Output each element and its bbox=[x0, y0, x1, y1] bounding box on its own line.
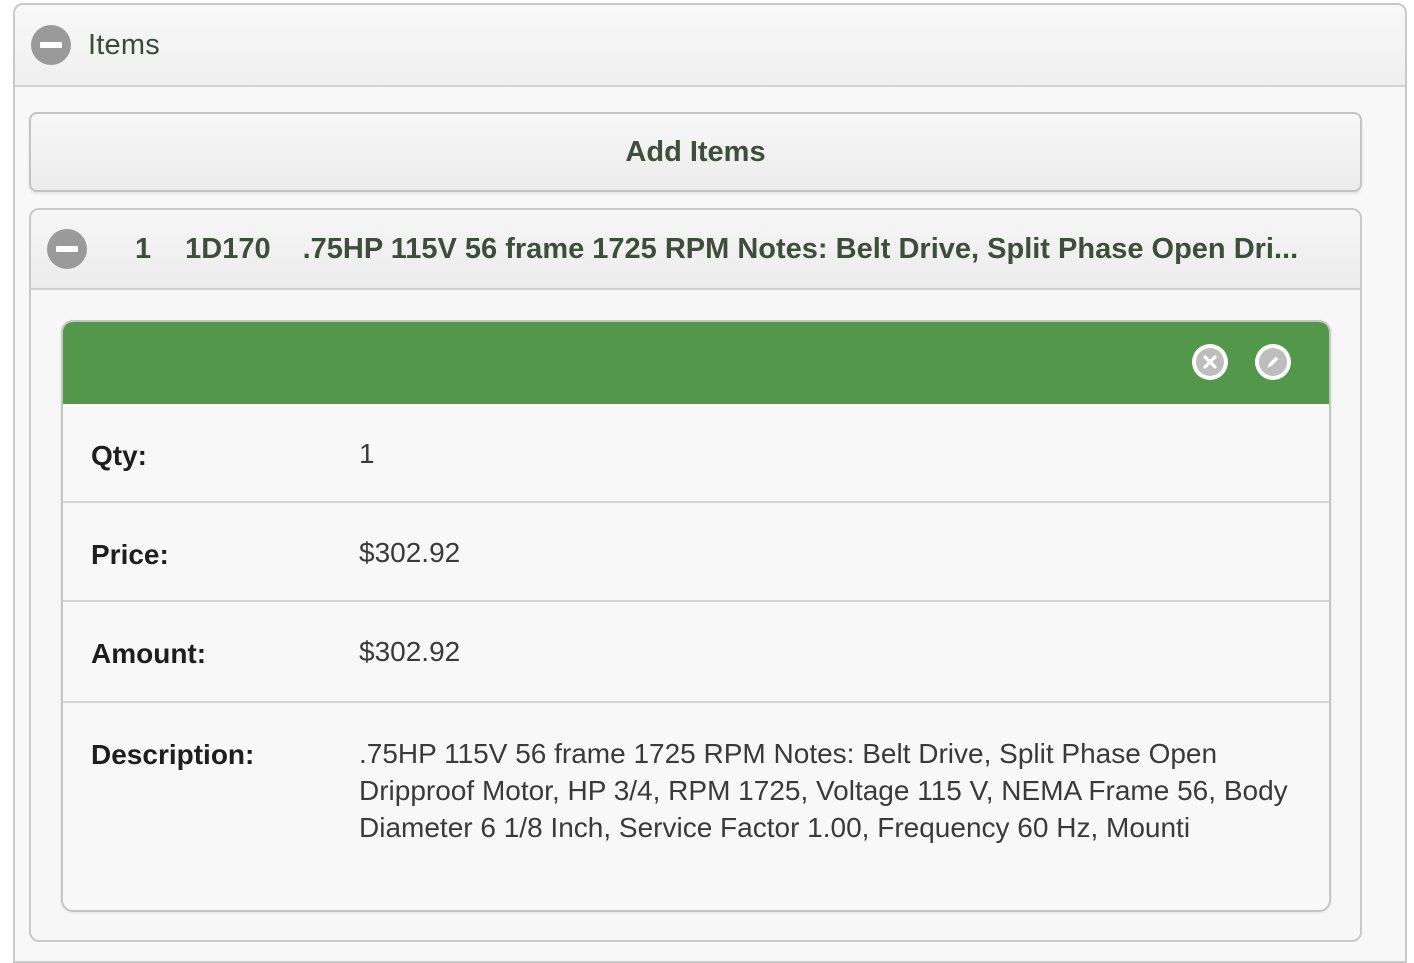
close-circle-inner bbox=[1196, 348, 1224, 376]
minus-circle-icon[interactable] bbox=[31, 25, 71, 65]
card-header-bar bbox=[63, 322, 1329, 404]
qty-label: Qty: bbox=[91, 440, 147, 471]
close-circle-icon[interactable] bbox=[1192, 344, 1228, 380]
items-panel-header[interactable]: Items bbox=[15, 5, 1405, 87]
minus-circle-icon[interactable] bbox=[47, 229, 87, 269]
qty-value: 1 bbox=[359, 438, 375, 469]
price-value: $302.92 bbox=[359, 537, 461, 568]
amount-value: $302.92 bbox=[359, 636, 461, 667]
pencil-circle-icon[interactable] bbox=[1255, 344, 1291, 380]
item-collapsible: 1 1D170 .75HP 115V 56 frame 1725 RPM Not… bbox=[29, 208, 1362, 942]
description-value: .75HP 115V 56 frame 1725 RPM Notes: Belt… bbox=[359, 738, 1288, 843]
amount-row: Amount: $302.92 bbox=[63, 602, 1329, 703]
minus-glyph bbox=[40, 42, 62, 48]
add-items-button[interactable]: Add Items bbox=[29, 112, 1362, 192]
item-number: 1 bbox=[135, 232, 152, 265]
item-sku: 1D170 bbox=[185, 232, 271, 265]
item-detail-card: Qty: 1 Price: $302.92 Amount: $302.92 De… bbox=[61, 320, 1331, 912]
price-row: Price: $302.92 bbox=[63, 503, 1329, 602]
pencil-glyph bbox=[1267, 356, 1279, 368]
item-summary: .75HP 115V 56 frame 1725 RPM Notes: Belt… bbox=[302, 232, 1299, 265]
pencil-circle-inner bbox=[1259, 348, 1287, 376]
price-label: Price: bbox=[91, 539, 169, 570]
items-panel-title: Items bbox=[88, 28, 160, 61]
description-row: Description: .75HP 115V 56 frame 1725 RP… bbox=[63, 703, 1329, 876]
amount-label: Amount: bbox=[91, 638, 207, 669]
description-label: Description: bbox=[91, 739, 255, 770]
item-header[interactable]: 1 1D170 .75HP 115V 56 frame 1725 RPM Not… bbox=[31, 210, 1360, 290]
close-glyph bbox=[1203, 355, 1217, 369]
qty-row: Qty: 1 bbox=[63, 404, 1329, 503]
minus-glyph bbox=[56, 246, 78, 252]
